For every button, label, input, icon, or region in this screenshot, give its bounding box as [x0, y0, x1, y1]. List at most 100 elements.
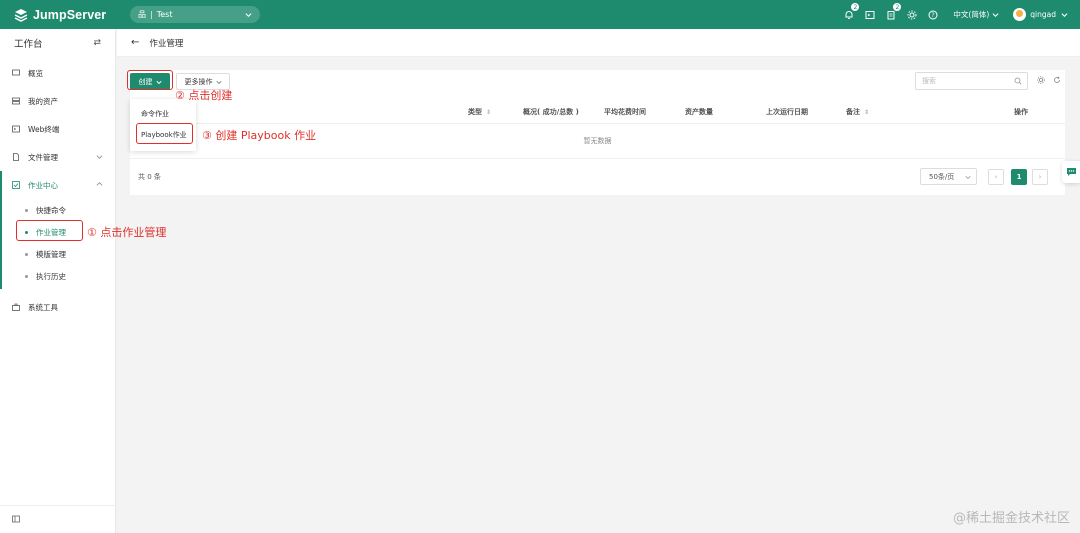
collapse-sidebar-icon[interactable] [12, 515, 20, 525]
sidebar-header: 工作台 ⇄ [0, 29, 115, 57]
sidebar-item-label: Web终端 [28, 124, 60, 134]
table-toolbar: 创建 更多操作 搜索 [130, 70, 1065, 98]
notification-button[interactable]: 2 [843, 2, 861, 20]
highlight-playbook-item [136, 123, 193, 144]
help-button[interactable]: ? [927, 9, 938, 20]
org-selector[interactable]: 品 | Test [130, 6, 260, 23]
terminal-icon [865, 10, 875, 19]
annotation-step1: ① 点击作业管理 [87, 226, 167, 239]
chevron-left-icon: ‹ [994, 173, 998, 181]
org-icon: 品 [138, 10, 146, 19]
sidebar-item-overview[interactable]: 概览 [0, 59, 115, 87]
sort-icon: ⇕ [486, 109, 492, 116]
sidebar-item-job-center[interactable]: 作业中心 [0, 171, 115, 199]
column-asset-count: 资产数量 [685, 108, 713, 116]
page-size-value: 50条/页 [929, 172, 955, 181]
bullet [25, 252, 28, 256]
sidebar-item-label: 作业中心 [28, 180, 58, 190]
notification-badge: 2 [850, 2, 861, 12]
column-avg-time: 平均花费时间 [604, 108, 646, 116]
chevron-down-icon [992, 13, 999, 17]
sidebar-item-label: 我的资产 [28, 96, 58, 106]
chat-icon [1066, 168, 1076, 176]
chevron-down-icon [965, 175, 971, 179]
back-arrow-icon[interactable]: ← [131, 37, 139, 48]
tickets-badge: 2 [892, 2, 903, 12]
org-name: Test [156, 10, 173, 19]
highlight-job-management [16, 220, 83, 241]
user-menu[interactable]: qingad [1013, 8, 1068, 21]
column-label: 备注 [846, 108, 860, 116]
column-label: 类型 [468, 108, 482, 116]
terminal-button[interactable] [864, 9, 875, 20]
help-icon: ? [928, 10, 938, 19]
avatar [1013, 8, 1027, 21]
language-selector[interactable]: 中文(简体) [953, 9, 999, 20]
total-count: 共 0 条 [138, 173, 161, 181]
gear-icon [907, 10, 917, 19]
sort-icon: ⇕ [864, 109, 870, 116]
sidebar-sub-label: 执行历史 [36, 271, 66, 281]
sidebar-sub-label: 模版管理 [36, 249, 66, 259]
sidebar-item-label: 系统工具 [28, 302, 58, 312]
sidebar: 工作台 ⇄ 概览 我的资产 Web终端 文件管理 作业中心 快捷命令 作业管理 [0, 29, 116, 533]
chat-widget[interactable] [1062, 161, 1080, 183]
page-number-button[interactable]: 1 [1011, 169, 1027, 185]
sidebar-footer [0, 505, 116, 533]
search-icon [1014, 77, 1022, 85]
gear-icon[interactable] [1037, 76, 1045, 86]
sidebar-title: 工作台 [14, 39, 43, 50]
sidebar-item-web-terminal[interactable]: Web终端 [0, 115, 115, 143]
menu-item-command-job[interactable]: 命令作业 [130, 104, 196, 124]
column-comment[interactable]: 备注 ⇕ [846, 107, 869, 117]
annotation-step3: ③ 创建 Playbook 作业 [202, 129, 317, 142]
column-actions: 操作 [1014, 108, 1028, 116]
column-type[interactable]: 类型 ⇕ [468, 107, 491, 117]
refresh-icon[interactable] [1053, 76, 1061, 86]
column-last-run: 上次运行日期 [766, 108, 808, 116]
sidebar-item-my-assets[interactable]: 我的资产 [0, 87, 115, 115]
table-header: 类型 ⇕ 概况( 成功/总数 ) 平均花费时间 资产数量 上次运行日期 备注 ⇕ 操… [130, 98, 1065, 124]
sidebar-sub-execution-history[interactable]: 执行历史 [0, 265, 115, 287]
chevron-down-icon [96, 153, 103, 162]
page-title: 作业管理 [149, 38, 184, 49]
jumpserver-logo-icon [14, 8, 28, 22]
file-icon [12, 153, 20, 161]
sidebar-item-file-manager[interactable]: 文件管理 [0, 143, 115, 171]
sidebar-item-label: 概览 [28, 68, 43, 78]
chevron-down-icon [245, 13, 252, 17]
page-size-select[interactable]: 50条/页 [920, 168, 977, 185]
next-page-button[interactable]: › [1032, 169, 1048, 185]
chevron-down-icon [1061, 13, 1068, 17]
watermark: @稀土掘金技术社区 [952, 511, 1070, 526]
top-bar: JumpServer 品 | Test 2 2 ? 中文(简体) qingad [0, 0, 1080, 29]
sidebar-sub-label: 快捷命令 [36, 205, 66, 215]
annotation-step2: ② 点击创建 [175, 89, 233, 102]
tickets-button[interactable]: 2 [885, 2, 903, 20]
sidebar-item-label: 文件管理 [28, 152, 58, 162]
prev-page-button[interactable]: ‹ [988, 169, 1004, 185]
server-icon [12, 97, 20, 105]
page-header: ← 作业管理 [117, 29, 1080, 57]
org-separator: | [150, 10, 153, 19]
switch-view-icon[interactable]: ⇄ [93, 38, 101, 48]
logo[interactable]: JumpServer [14, 8, 130, 22]
bullet [25, 208, 28, 212]
username: qingad [1030, 10, 1056, 19]
sidebar-sub-template-management[interactable]: 模版管理 [0, 243, 115, 265]
sidebar-sub-quick-command[interactable]: 快捷命令 [0, 199, 115, 221]
sidebar-item-system-tools[interactable]: 系统工具 [0, 293, 115, 321]
toolbox-icon [12, 303, 20, 311]
column-overview: 概况( 成功/总数 ) [523, 108, 579, 116]
highlight-create-button [127, 70, 173, 90]
pagination: 共 0 条 50条/页 ‹ 1 › [130, 158, 1065, 195]
settings-button[interactable] [906, 9, 917, 20]
svg-text:?: ? [931, 12, 934, 19]
brand-name: JumpServer [33, 7, 107, 22]
chevron-up-icon [96, 181, 103, 190]
monitor-icon [12, 69, 20, 77]
search-input[interactable]: 搜索 [915, 72, 1028, 90]
more-actions-label: 更多操作 [184, 77, 213, 86]
bullet [25, 274, 28, 278]
language-label: 中文(简体) [953, 10, 990, 19]
